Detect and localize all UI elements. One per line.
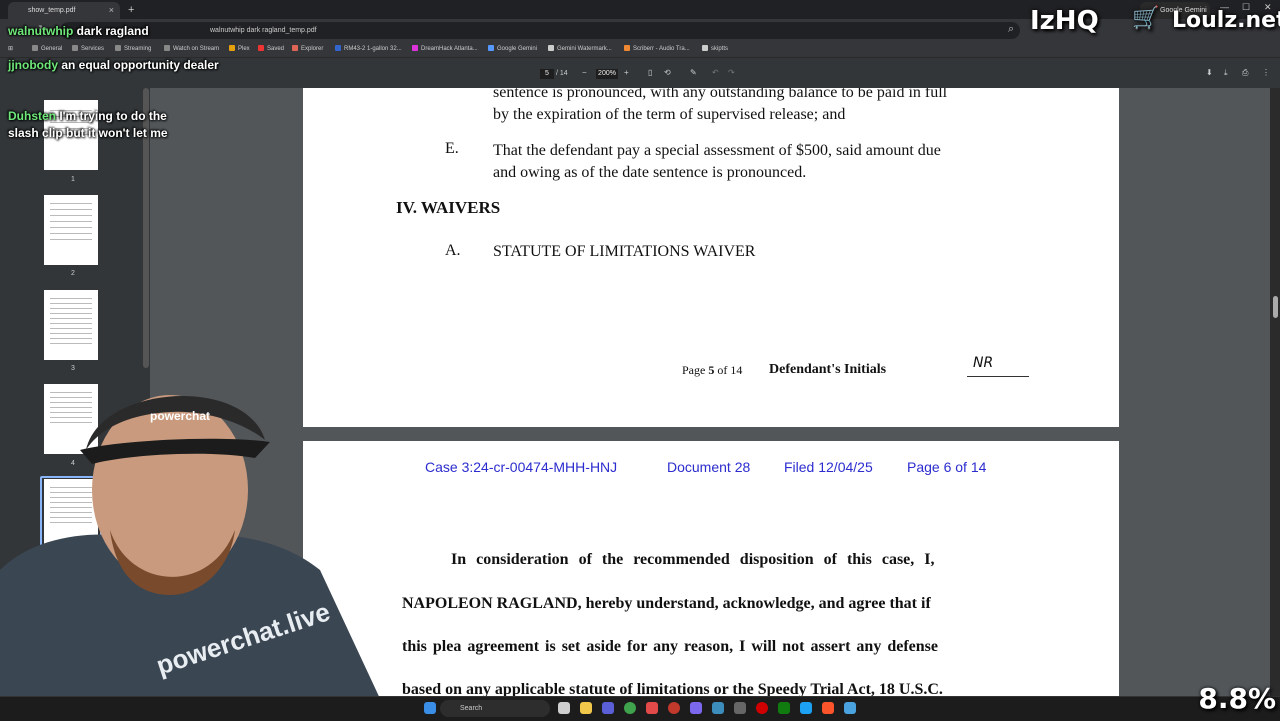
bookmark-dreamhack[interactable]: DreamHack Atlanta... bbox=[412, 42, 478, 57]
app-icon[interactable] bbox=[668, 702, 680, 714]
page-text: this plea agreement is set aside for any… bbox=[402, 638, 938, 655]
xbox-icon[interactable] bbox=[778, 702, 790, 714]
page-header: Page 6 of 14 bbox=[907, 459, 987, 475]
initials-signature: NR bbox=[973, 355, 994, 371]
download-icon[interactable]: ⤓ bbox=[1224, 68, 1228, 78]
bookmark-rm43[interactable]: RM43-2 1-gallon 32... bbox=[335, 42, 402, 57]
initials-label: Defendant's Initials bbox=[769, 362, 887, 377]
app-icon[interactable] bbox=[602, 702, 614, 714]
windows-start-icon[interactable] bbox=[424, 702, 436, 714]
list-letter: A. bbox=[445, 242, 461, 259]
zoom-input[interactable]: 200% bbox=[596, 69, 618, 79]
pdf-page-6: Case 3:24-cr-00474-MHH-HNJ Document 28 F… bbox=[303, 441, 1119, 696]
discord-icon[interactable] bbox=[690, 702, 702, 714]
page-number-input[interactable]: 5 bbox=[540, 69, 554, 79]
search-icon[interactable]: ⌕ bbox=[1008, 23, 1014, 36]
app-icon[interactable] bbox=[844, 702, 856, 714]
zoom-in-button[interactable]: + bbox=[624, 68, 629, 77]
new-tab-button[interactable]: + bbox=[128, 4, 134, 16]
chat-username: jjnobody bbox=[8, 58, 58, 72]
save-icon[interactable]: ⬇ bbox=[1206, 68, 1213, 77]
print-icon[interactable]: ⎙ bbox=[1242, 68, 1248, 78]
page-text: In consideration of the recommended disp… bbox=[451, 551, 935, 568]
case-header: Case 3:24-cr-00474-MHH-HNJ bbox=[425, 459, 618, 475]
thumbnail-number: 3 bbox=[71, 365, 75, 372]
app-icon[interactable] bbox=[800, 702, 812, 714]
viewer-scrollbar[interactable] bbox=[1270, 88, 1280, 696]
document-header: Document 28 bbox=[667, 459, 751, 475]
bookmark-gemini[interactable]: Google Gemini bbox=[488, 42, 537, 57]
bookmark-plex[interactable]: Plex bbox=[229, 42, 250, 57]
thumbnail-number: 2 bbox=[71, 270, 75, 277]
url-input[interactable]: walnutwhip dark ragland_temp.pdf bbox=[60, 22, 1020, 39]
more-icon[interactable]: ⋮ bbox=[1262, 68, 1270, 77]
app-icon[interactable] bbox=[756, 702, 768, 714]
bookmark-watch[interactable]: Watch on Stream bbox=[164, 42, 219, 57]
chat-message: Duhsten I'm trying to do the slash clip … bbox=[8, 108, 178, 142]
app-icon[interactable] bbox=[646, 702, 658, 714]
app-icon[interactable] bbox=[712, 702, 724, 714]
cap-text: powerchat bbox=[150, 409, 210, 423]
tab-pdf[interactable]: show_temp.pdf × bbox=[8, 2, 120, 19]
percent-overlay: 8.8% bbox=[1198, 682, 1276, 715]
subsection-heading: STATUTE OF LIMITATIONS WAIVER bbox=[493, 243, 756, 260]
bookmark-skiptts[interactable]: skiptts bbox=[702, 42, 728, 57]
thumbnail-page[interactable] bbox=[44, 290, 98, 360]
zoom-out-button[interactable]: − bbox=[582, 68, 587, 77]
taskbar: Search bbox=[0, 696, 1280, 721]
app-icon[interactable] bbox=[734, 702, 746, 714]
explorer-icon[interactable] bbox=[580, 702, 592, 714]
chat-username: walnutwhip bbox=[8, 24, 74, 38]
taskview-icon[interactable] bbox=[558, 702, 570, 714]
page-text: NAPOLEON RAGLAND, hereby understand, ack… bbox=[402, 595, 931, 612]
bookmark-services[interactable]: Services bbox=[72, 42, 104, 57]
viewer-scroll-thumb[interactable] bbox=[1273, 296, 1278, 318]
redo-icon[interactable]: ↷ bbox=[728, 68, 735, 77]
chat-message: jjnobody an equal opportunity dealer bbox=[8, 58, 219, 72]
loulz-logo: Loulz.net bbox=[1172, 8, 1280, 33]
taskbar-search[interactable]: Search bbox=[440, 700, 550, 717]
chat-message: walnutwhip dark ragland bbox=[8, 24, 149, 38]
thumbnail-page[interactable] bbox=[44, 195, 98, 265]
bookmark-explorer[interactable]: Explorer bbox=[292, 42, 323, 57]
page-text: sentence is pronounced, with any outstan… bbox=[493, 88, 948, 101]
chat-username: Duhsten bbox=[8, 109, 56, 123]
thumbnail-number: 1 bbox=[71, 176, 75, 183]
bookmark-streaming[interactable]: Streaming bbox=[115, 42, 151, 57]
section-heading: IV. WAIVERS bbox=[396, 198, 501, 217]
undo-icon[interactable]: ↶ bbox=[712, 68, 719, 77]
list-letter: E. bbox=[445, 140, 459, 157]
bookmark-scriberr[interactable]: Scriberr - Audio Tra... bbox=[624, 42, 690, 57]
tab-title: show_temp.pdf bbox=[28, 7, 76, 14]
bookmarks-bar: ⊞ General Services Streaming Watch on St… bbox=[0, 42, 1280, 58]
page-text: and owing as of the date sentence is pro… bbox=[493, 164, 807, 181]
izhq-logo: IzHQ bbox=[1030, 6, 1099, 36]
close-icon[interactable]: × bbox=[109, 2, 114, 19]
rotate-icon[interactable]: ⟲ bbox=[664, 68, 671, 77]
apps-icon[interactable]: ⊞ bbox=[8, 42, 13, 57]
chrome-icon[interactable] bbox=[624, 702, 636, 714]
filed-header: Filed 12/04/25 bbox=[784, 459, 873, 475]
brave-icon[interactable] bbox=[822, 702, 834, 714]
draw-icon[interactable]: ✎ bbox=[690, 68, 697, 77]
initials-line bbox=[967, 376, 1029, 377]
chat-text: an equal opportunity dealer bbox=[61, 58, 219, 72]
bookmark-gemini-watermark[interactable]: Gemini Watermark... bbox=[548, 42, 612, 57]
chat-text: dark ragland bbox=[76, 24, 149, 38]
page-text: based on any applicable statute of limit… bbox=[402, 681, 943, 696]
fit-page-icon[interactable]: ▯ bbox=[648, 68, 652, 77]
bookmark-saved[interactable]: Saved bbox=[258, 42, 284, 57]
page-total: / 14 bbox=[556, 70, 568, 77]
pdf-page-5: sentence is pronounced, with any outstan… bbox=[303, 88, 1119, 427]
cart-icon: 🛒 bbox=[1132, 6, 1160, 31]
webcam-overlay: powerchat powerchat.live bbox=[0, 395, 390, 720]
page-text: That the defendant pay a special assessm… bbox=[493, 142, 941, 159]
page-text: by the expiration of the term of supervi… bbox=[493, 106, 846, 123]
page-footer-number: Page 5 of 14 bbox=[682, 363, 743, 377]
bookmark-general[interactable]: General bbox=[32, 42, 62, 57]
